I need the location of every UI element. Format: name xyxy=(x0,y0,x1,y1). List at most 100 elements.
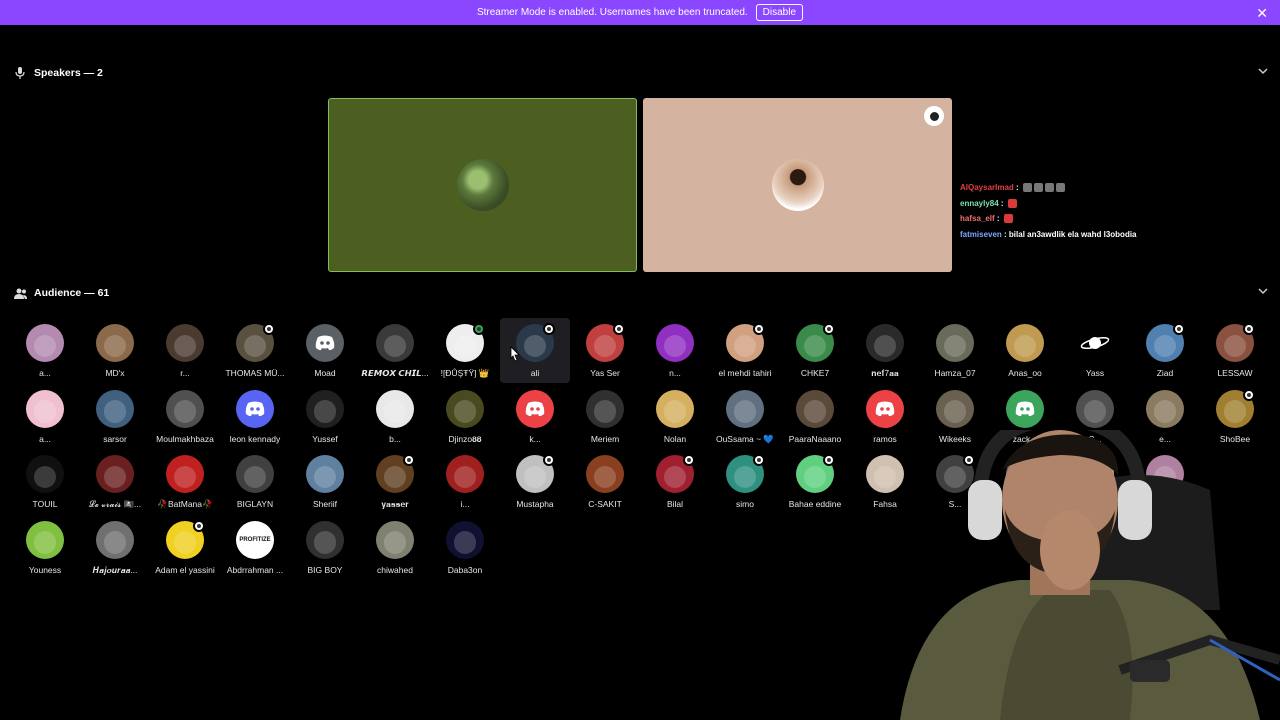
audience-member[interactable]: Youness xyxy=(10,515,80,580)
audience-member[interactable]: THOMAS MÜ... xyxy=(220,318,290,383)
emote-icon xyxy=(1003,214,1013,224)
member-name: a... xyxy=(39,368,51,378)
member-name: Yussef xyxy=(312,433,338,444)
audience-member[interactable]: PROFITIZE Abdrrahman ... xyxy=(220,515,290,580)
audience-member[interactable]: simo xyxy=(710,449,780,514)
chevron-down-icon[interactable] xyxy=(1258,66,1268,78)
audience-member[interactable]: sarsor xyxy=(80,384,150,449)
audience-member[interactable]: 🥀BatMana🥀 xyxy=(150,449,220,514)
member-name: Moad xyxy=(314,368,336,378)
close-icon[interactable]: ✕ xyxy=(1256,5,1268,22)
speaker-tile[interactable] xyxy=(328,98,637,272)
speaker-tile[interactable] xyxy=(643,98,952,272)
avatar xyxy=(236,389,274,428)
streamer-webcam xyxy=(880,412,1280,720)
audience-member[interactable]: a... xyxy=(10,318,80,383)
avatar xyxy=(376,389,414,428)
audience-member[interactable]: Djinzo𝟖𝟖 xyxy=(430,384,500,449)
logo-text: PROFITIZE xyxy=(239,536,271,543)
avatar xyxy=(166,455,204,493)
audience-member[interactable]: Bahae eddine xyxy=(780,449,850,514)
status-badge-icon xyxy=(403,454,415,466)
audience-member[interactable]: 𝐲𝐚𝐬𝐬𝐞𝐫 xyxy=(360,449,430,514)
audience-member[interactable]: 𝐧𝐞𝐟7𝐚𝐚 xyxy=(850,318,920,383)
audience-member[interactable]: Hamza_07 xyxy=(920,318,990,383)
audience-member[interactable]: OuSsama ~ 💙 xyxy=(710,384,780,449)
audience-member[interactable]: k... xyxy=(500,384,570,449)
audience-member[interactable]: LESSAW xyxy=(1200,318,1270,383)
audience-member[interactable]: Moad xyxy=(290,318,360,383)
avatar xyxy=(306,389,344,428)
avatar xyxy=(516,389,554,428)
status-badge-icon xyxy=(823,323,835,335)
audience-member[interactable]: Yussef xyxy=(290,384,360,449)
member-name: Bilal xyxy=(666,499,684,509)
member-name: 𝐲𝐚𝐬𝐬𝐞𝐫 xyxy=(381,499,409,509)
emote-icon xyxy=(1044,183,1054,193)
audience-member[interactable]: C-SAKIT xyxy=(570,449,640,514)
member-name: Hamza_07 xyxy=(934,368,976,378)
audience-member[interactable]: el mehdi tahiri xyxy=(710,318,780,383)
member-name: leon kennady xyxy=(229,433,281,444)
member-name: THOMAS MÜ... xyxy=(225,368,285,378)
audience-member[interactable]: Bilal xyxy=(640,449,710,514)
audience-member[interactable]: n... xyxy=(640,318,710,383)
audience-member[interactable]: 𝓛𝓮 𝓿𝓻𝓪𝓲𝓼 🏴‍☠️... xyxy=(80,449,150,514)
chat-line: fatmiseven : bilal an3awdlik ela wahd l3… xyxy=(960,227,1260,243)
chat-line: ennayly84 : xyxy=(960,196,1260,212)
disable-streamer-mode-button[interactable]: Disable xyxy=(755,4,804,21)
audience-member[interactable]: PaaraNaaano xyxy=(780,384,850,449)
avatar xyxy=(26,455,64,493)
audience-member[interactable]: Anas_oo xyxy=(990,318,1060,383)
avatar xyxy=(376,520,414,559)
member-name: el mehdi tahiri xyxy=(718,368,772,378)
discord-logo-icon xyxy=(875,401,895,416)
chat-username: hafsa_elf xyxy=(960,214,995,224)
avatar xyxy=(26,520,64,559)
avatar xyxy=(96,520,134,559)
avatar xyxy=(236,455,274,493)
audience-member[interactable]: Nolan xyxy=(640,384,710,449)
avatar xyxy=(306,520,344,559)
planet-icon xyxy=(1080,336,1110,350)
audience-member[interactable]: Sheriif xyxy=(290,449,360,514)
audience-member[interactable]: Adam el yassini xyxy=(150,515,220,580)
audience-member[interactable]: TOUIL xyxy=(10,449,80,514)
audience-member[interactable]: Meriem xyxy=(570,384,640,449)
avatar xyxy=(166,389,204,428)
avatar xyxy=(446,389,484,428)
audience-member[interactable]: b... xyxy=(360,384,430,449)
audience-member[interactable]: i... xyxy=(430,449,500,514)
audience-member[interactable]: CHKE7 xyxy=(780,318,850,383)
audience-header[interactable]: Audience — 61 xyxy=(12,284,1268,302)
audience-member[interactable]: 𝑯𝒂𝒋𝒐𝒖𝒓𝒂𝒂... xyxy=(80,515,150,580)
audience-member[interactable]: Yas Ser xyxy=(570,318,640,383)
audience-member[interactable]: chiwahed xyxy=(360,515,430,580)
audience-member[interactable]: Ziad xyxy=(1130,318,1200,383)
audience-member[interactable]: Moulmakhbaza xyxy=(150,384,220,449)
audience-member[interactable]: a... xyxy=(10,384,80,449)
audience-member[interactable]: 𝙍𝙀𝙈𝙊𝙓 𝘾𝙃𝙄𝙇... xyxy=(360,318,430,383)
banner-text: Streamer Mode is enabled. Usernames have… xyxy=(476,7,748,18)
avatar xyxy=(1076,324,1114,362)
audience-member[interactable]: Mustapha xyxy=(500,449,570,514)
audience-member[interactable]: MD'x xyxy=(80,318,150,383)
audience-member[interactable]: leon kennady xyxy=(220,384,290,449)
audience-member[interactable]: r... xyxy=(150,318,220,383)
avatar xyxy=(656,324,694,362)
audience-member[interactable]: BIG BOY xyxy=(290,515,360,580)
member-name: sarsor xyxy=(103,433,127,444)
speakers-header[interactable]: Speakers — 2 xyxy=(12,64,1268,82)
audience-member[interactable]: Yass xyxy=(1060,318,1130,383)
audience-member[interactable]: Daba3on xyxy=(430,515,500,580)
member-name: PaaraNaaano xyxy=(788,433,842,444)
member-name: C-SAKIT xyxy=(588,499,622,509)
emote-icon xyxy=(1033,183,1043,193)
chat-username: AlQaysarImad xyxy=(960,183,1014,193)
avatar xyxy=(446,520,484,559)
audience-member[interactable]: BIGLAYN xyxy=(220,449,290,514)
audience-member[interactable]: ![ĐŮŞŦŸ] 👑 xyxy=(430,318,500,383)
discord-logo-icon xyxy=(245,401,265,416)
member-name: BIG BOY xyxy=(307,564,343,575)
chevron-down-icon[interactable] xyxy=(1258,286,1268,298)
